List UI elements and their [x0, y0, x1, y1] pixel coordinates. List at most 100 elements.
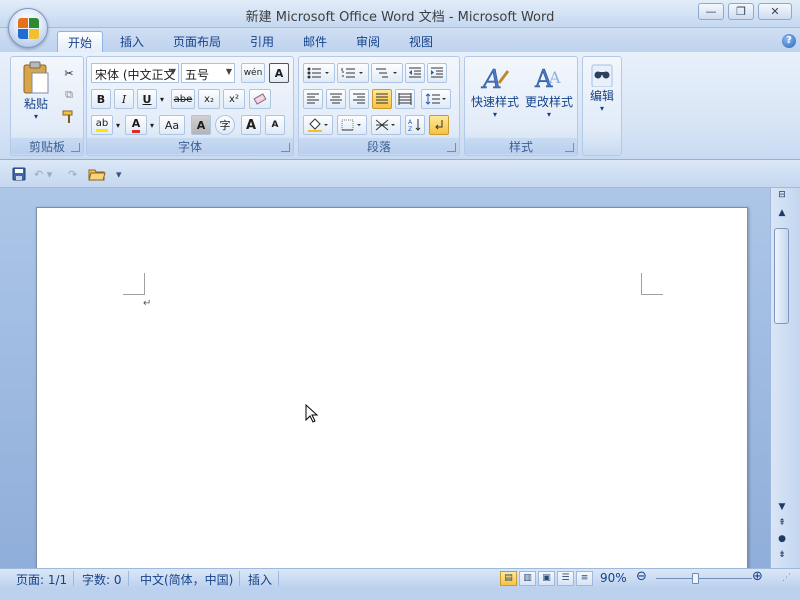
change-styles-button[interactable]: A A 更改样式 ▾ — [523, 61, 575, 119]
sort-button[interactable]: AZ — [405, 115, 425, 135]
eraser-icon — [253, 93, 267, 105]
clipboard-launcher-icon[interactable] — [71, 143, 80, 152]
phonetic-guide-button[interactable]: wén — [241, 63, 265, 83]
vertical-scrollbar[interactable]: ⊟ ▲ ▼ ⇞ ● ⇟ — [770, 188, 800, 568]
increase-indent-button[interactable] — [427, 63, 447, 83]
insert-mode-indicator[interactable]: 插入 — [242, 571, 280, 587]
zoom-level[interactable]: 90% — [600, 571, 627, 585]
word-count[interactable]: 字数: 0 — [76, 571, 129, 587]
paragraph-launcher-icon[interactable] — [447, 143, 456, 152]
change-case-button[interactable]: Aa — [159, 115, 185, 135]
scroll-thumb[interactable] — [774, 228, 789, 324]
tab-mailings[interactable]: 邮件 — [293, 31, 337, 52]
highlight-dropdown-icon[interactable]: ▾ — [113, 115, 123, 135]
grow-font-button[interactable]: A — [241, 115, 261, 135]
decrease-indent-button[interactable] — [405, 63, 425, 83]
scroll-down-icon[interactable]: ▼ — [775, 500, 789, 514]
show-hide-marks-button[interactable] — [429, 115, 449, 135]
zoom-out-icon[interactable]: ⊖ — [636, 569, 647, 584]
font-color-button[interactable]: A — [125, 115, 147, 135]
help-icon[interactable]: ? — [782, 34, 796, 48]
zoom-in-icon[interactable]: ⊕ — [752, 569, 763, 584]
align-center-button[interactable] — [326, 89, 346, 109]
underline-button[interactable]: U — [137, 89, 157, 109]
margin-corner-top-left — [123, 273, 145, 295]
multilevel-list-button[interactable] — [371, 63, 403, 83]
chinese-layout-button[interactable] — [371, 115, 401, 135]
subscript-button[interactable]: x₂ — [198, 89, 220, 109]
cut-icon[interactable]: ✂ — [59, 63, 79, 83]
strikethrough-button[interactable]: abe — [171, 89, 195, 109]
outline-view-icon[interactable]: ☰ — [557, 571, 574, 586]
draft-view-icon[interactable]: ≡ — [576, 571, 593, 586]
undo-icon[interactable]: ↶ ▾ — [34, 166, 52, 182]
select-browse-object-icon[interactable]: ● — [775, 532, 789, 546]
font-group: 宋体 (中文正文 ▼ 五号 ▼ wén A B I U ▾ abe x₂ x² … — [86, 56, 294, 156]
scroll-up-icon[interactable]: ▲ — [775, 206, 789, 220]
tab-page-layout[interactable]: 页面布局 — [163, 31, 231, 52]
print-layout-view-icon[interactable]: ▤ — [500, 571, 517, 586]
zoom-slider-thumb[interactable] — [692, 573, 699, 584]
copy-icon[interactable]: ⧉ — [59, 85, 79, 105]
paste-dropdown-icon[interactable]: ▾ — [34, 112, 38, 121]
clear-formatting-button[interactable] — [249, 89, 271, 109]
full-screen-reading-view-icon[interactable]: ▥ — [519, 571, 536, 586]
zoom-slider[interactable] — [656, 578, 752, 579]
underline-dropdown-icon[interactable]: ▾ — [157, 89, 167, 109]
tab-insert[interactable]: 插入 — [110, 31, 154, 52]
document-page[interactable]: ↵ — [36, 207, 748, 569]
previous-page-icon[interactable]: ⇞ — [775, 516, 789, 530]
font-name-combo[interactable]: 宋体 (中文正文 ▼ — [91, 63, 179, 83]
web-layout-view-icon[interactable]: ▣ — [538, 571, 555, 586]
language-indicator[interactable]: 中文(简体，中国) — [134, 571, 241, 587]
format-painter-icon[interactable] — [59, 107, 79, 127]
bold-button[interactable]: B — [91, 89, 111, 109]
save-icon[interactable] — [12, 166, 26, 182]
window-controls: — ❐ ✕ — [698, 3, 792, 20]
next-page-icon[interactable]: ⇟ — [775, 548, 789, 562]
enclose-characters-button[interactable]: 字 — [215, 115, 235, 135]
highlight-button[interactable]: ab — [91, 115, 113, 135]
paste-icon — [23, 61, 49, 94]
page-count[interactable]: 页面: 1/1 — [10, 571, 75, 587]
tab-view[interactable]: 视图 — [399, 31, 443, 52]
distributed-button[interactable] — [395, 89, 415, 109]
quick-styles-button[interactable]: A 快速样式 ▾ — [469, 61, 521, 119]
paste-button[interactable]: 粘贴 ▾ — [17, 61, 55, 121]
shading-button[interactable] — [303, 115, 333, 135]
customize-toolbar-icon[interactable]: ▾ — [116, 166, 122, 182]
font-launcher-icon[interactable] — [281, 143, 290, 152]
borders-button[interactable] — [337, 115, 367, 135]
tab-home[interactable]: 开始 — [57, 31, 104, 52]
styles-group: A 快速样式 ▾ A A 更改样式 ▾ 样式 — [464, 56, 578, 156]
office-button[interactable] — [8, 8, 48, 48]
change-styles-icon: A A — [534, 65, 561, 93]
shrink-font-button[interactable]: A — [265, 115, 285, 135]
align-left-button[interactable] — [303, 89, 323, 109]
close-button[interactable]: ✕ — [758, 3, 792, 20]
ribbon-tabs: 开始 插入 页面布局 引用 邮件 审阅 视图 ? — [0, 28, 800, 52]
open-folder-icon[interactable] — [88, 166, 106, 182]
justify-button[interactable] — [372, 89, 392, 109]
character-shading-button[interactable]: A — [191, 115, 211, 135]
character-border-button[interactable]: A — [269, 63, 289, 83]
editing-button[interactable]: 编辑 ▾ — [585, 61, 619, 113]
chevron-down-icon: ▾ — [492, 110, 497, 119]
styles-launcher-icon[interactable] — [565, 143, 574, 152]
numbering-button[interactable] — [337, 63, 369, 83]
ruler-toggle-icon[interactable]: ⊟ — [775, 188, 789, 202]
tab-references[interactable]: 引用 — [240, 31, 284, 52]
minimize-button[interactable]: — — [698, 3, 724, 20]
restore-button[interactable]: ❐ — [728, 3, 754, 20]
superscript-button[interactable]: x² — [223, 89, 245, 109]
tab-review[interactable]: 审阅 — [346, 31, 390, 52]
bullets-button[interactable] — [303, 63, 335, 83]
italic-button[interactable]: I — [114, 89, 134, 109]
resize-grip-icon[interactable]: ⋰ — [782, 573, 791, 583]
align-right-icon — [353, 93, 365, 104]
font-size-combo[interactable]: 五号 ▼ — [181, 63, 235, 83]
redo-icon[interactable]: ↷ — [68, 166, 77, 182]
line-spacing-button[interactable] — [421, 89, 451, 109]
align-right-button[interactable] — [349, 89, 369, 109]
font-color-dropdown-icon[interactable]: ▾ — [147, 115, 157, 135]
